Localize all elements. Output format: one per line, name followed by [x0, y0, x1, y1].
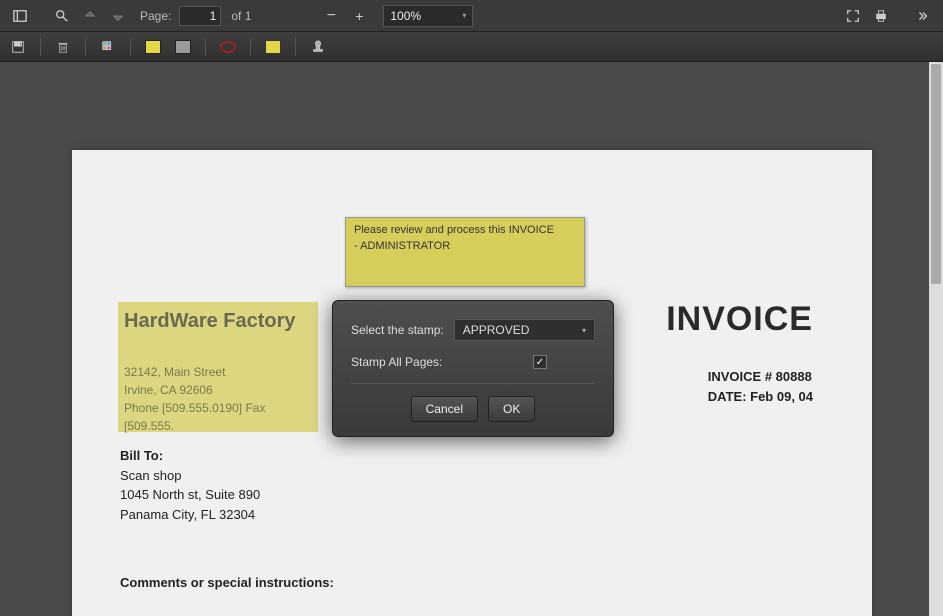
delete-icon[interactable]: [53, 37, 73, 57]
bill-to-addr1: 1045 North st, Suite 890: [120, 485, 260, 505]
company-addr2: Irvine, CA 92606: [124, 381, 312, 399]
stamp-select-value: APPROVED: [463, 323, 530, 337]
next-page-icon[interactable]: [106, 4, 130, 28]
dropdown-icon: ▾: [582, 326, 586, 335]
bill-to-block: Bill To: Scan shop 1045 North st, Suite …: [120, 446, 260, 524]
stamp-all-pages-checkbox[interactable]: [533, 355, 547, 369]
page-total: of 1: [231, 9, 251, 23]
annotation-toolbar: [0, 32, 943, 62]
zoom-value: 100%: [390, 9, 421, 23]
stamp-dialog: Select the stamp: APPROVED ▾ Stamp All P…: [332, 300, 614, 437]
page-number-input[interactable]: [179, 6, 221, 26]
oval-tool-icon[interactable]: [218, 37, 238, 57]
sticky-note-line2: - ADMINISTRATOR: [354, 240, 576, 252]
search-icon[interactable]: [50, 4, 74, 28]
sticky-note-line1: Please review and process this INVOICE: [354, 224, 576, 236]
sticky-note[interactable]: Please review and process this INVOICE -…: [345, 217, 585, 287]
company-name: HardWare Factory: [124, 310, 312, 333]
vertical-scrollbar[interactable]: [929, 62, 943, 616]
dropdown-icon: ▾: [462, 11, 466, 20]
bill-to-addr2: Panama City, FL 32304: [120, 505, 260, 525]
highlight-yellow-tool[interactable]: [143, 37, 163, 57]
invoice-number: INVOICE # 80888: [708, 367, 813, 387]
invoice-date: DATE: Feb 09, 04: [708, 387, 813, 407]
grid-tool-icon[interactable]: [98, 37, 118, 57]
save-icon[interactable]: [8, 37, 28, 57]
fullscreen-icon[interactable]: [841, 4, 865, 28]
highlight-grey-tool[interactable]: [173, 37, 193, 57]
note-tool-icon[interactable]: [263, 37, 283, 57]
zoom-out-icon[interactable]: −: [319, 4, 343, 28]
more-tools-icon[interactable]: [911, 4, 935, 28]
company-phone-fax: Phone [509.555.0190] Fax [509.555.: [124, 399, 312, 435]
dialog-separator: [351, 383, 595, 384]
comments-label: Comments or special instructions:: [120, 575, 334, 590]
stamp-tool-icon[interactable]: [308, 37, 328, 57]
page-label: Page:: [140, 9, 171, 23]
ok-button[interactable]: OK: [488, 396, 535, 422]
invoice-meta: INVOICE # 80888 DATE: Feb 09, 04: [708, 367, 813, 406]
print-icon[interactable]: [869, 4, 893, 28]
document-viewport: Please review and process this INVOICE -…: [0, 62, 943, 616]
company-addr1: 32142, Main Street: [124, 363, 312, 381]
prev-page-icon[interactable]: [78, 4, 102, 28]
invoice-heading: INVOICE: [666, 300, 813, 339]
company-highlight[interactable]: HardWare Factory 32142, Main Street Irvi…: [118, 302, 318, 432]
sidebar-toggle-icon[interactable]: [8, 4, 32, 28]
scrollbar-thumb[interactable]: [931, 64, 941, 284]
stamp-select[interactable]: APPROVED ▾: [454, 319, 595, 341]
zoom-select[interactable]: 100% ▾: [383, 5, 473, 27]
cancel-button[interactable]: Cancel: [411, 396, 478, 422]
dialog-select-label: Select the stamp:: [351, 323, 444, 337]
bill-to-name: Scan shop: [120, 466, 260, 486]
bill-to-label: Bill To:: [120, 446, 260, 466]
dialog-checkbox-label: Stamp All Pages:: [351, 355, 442, 369]
zoom-in-icon[interactable]: +: [347, 4, 371, 28]
main-toolbar: Page: of 1 − + 100% ▾: [0, 0, 943, 32]
